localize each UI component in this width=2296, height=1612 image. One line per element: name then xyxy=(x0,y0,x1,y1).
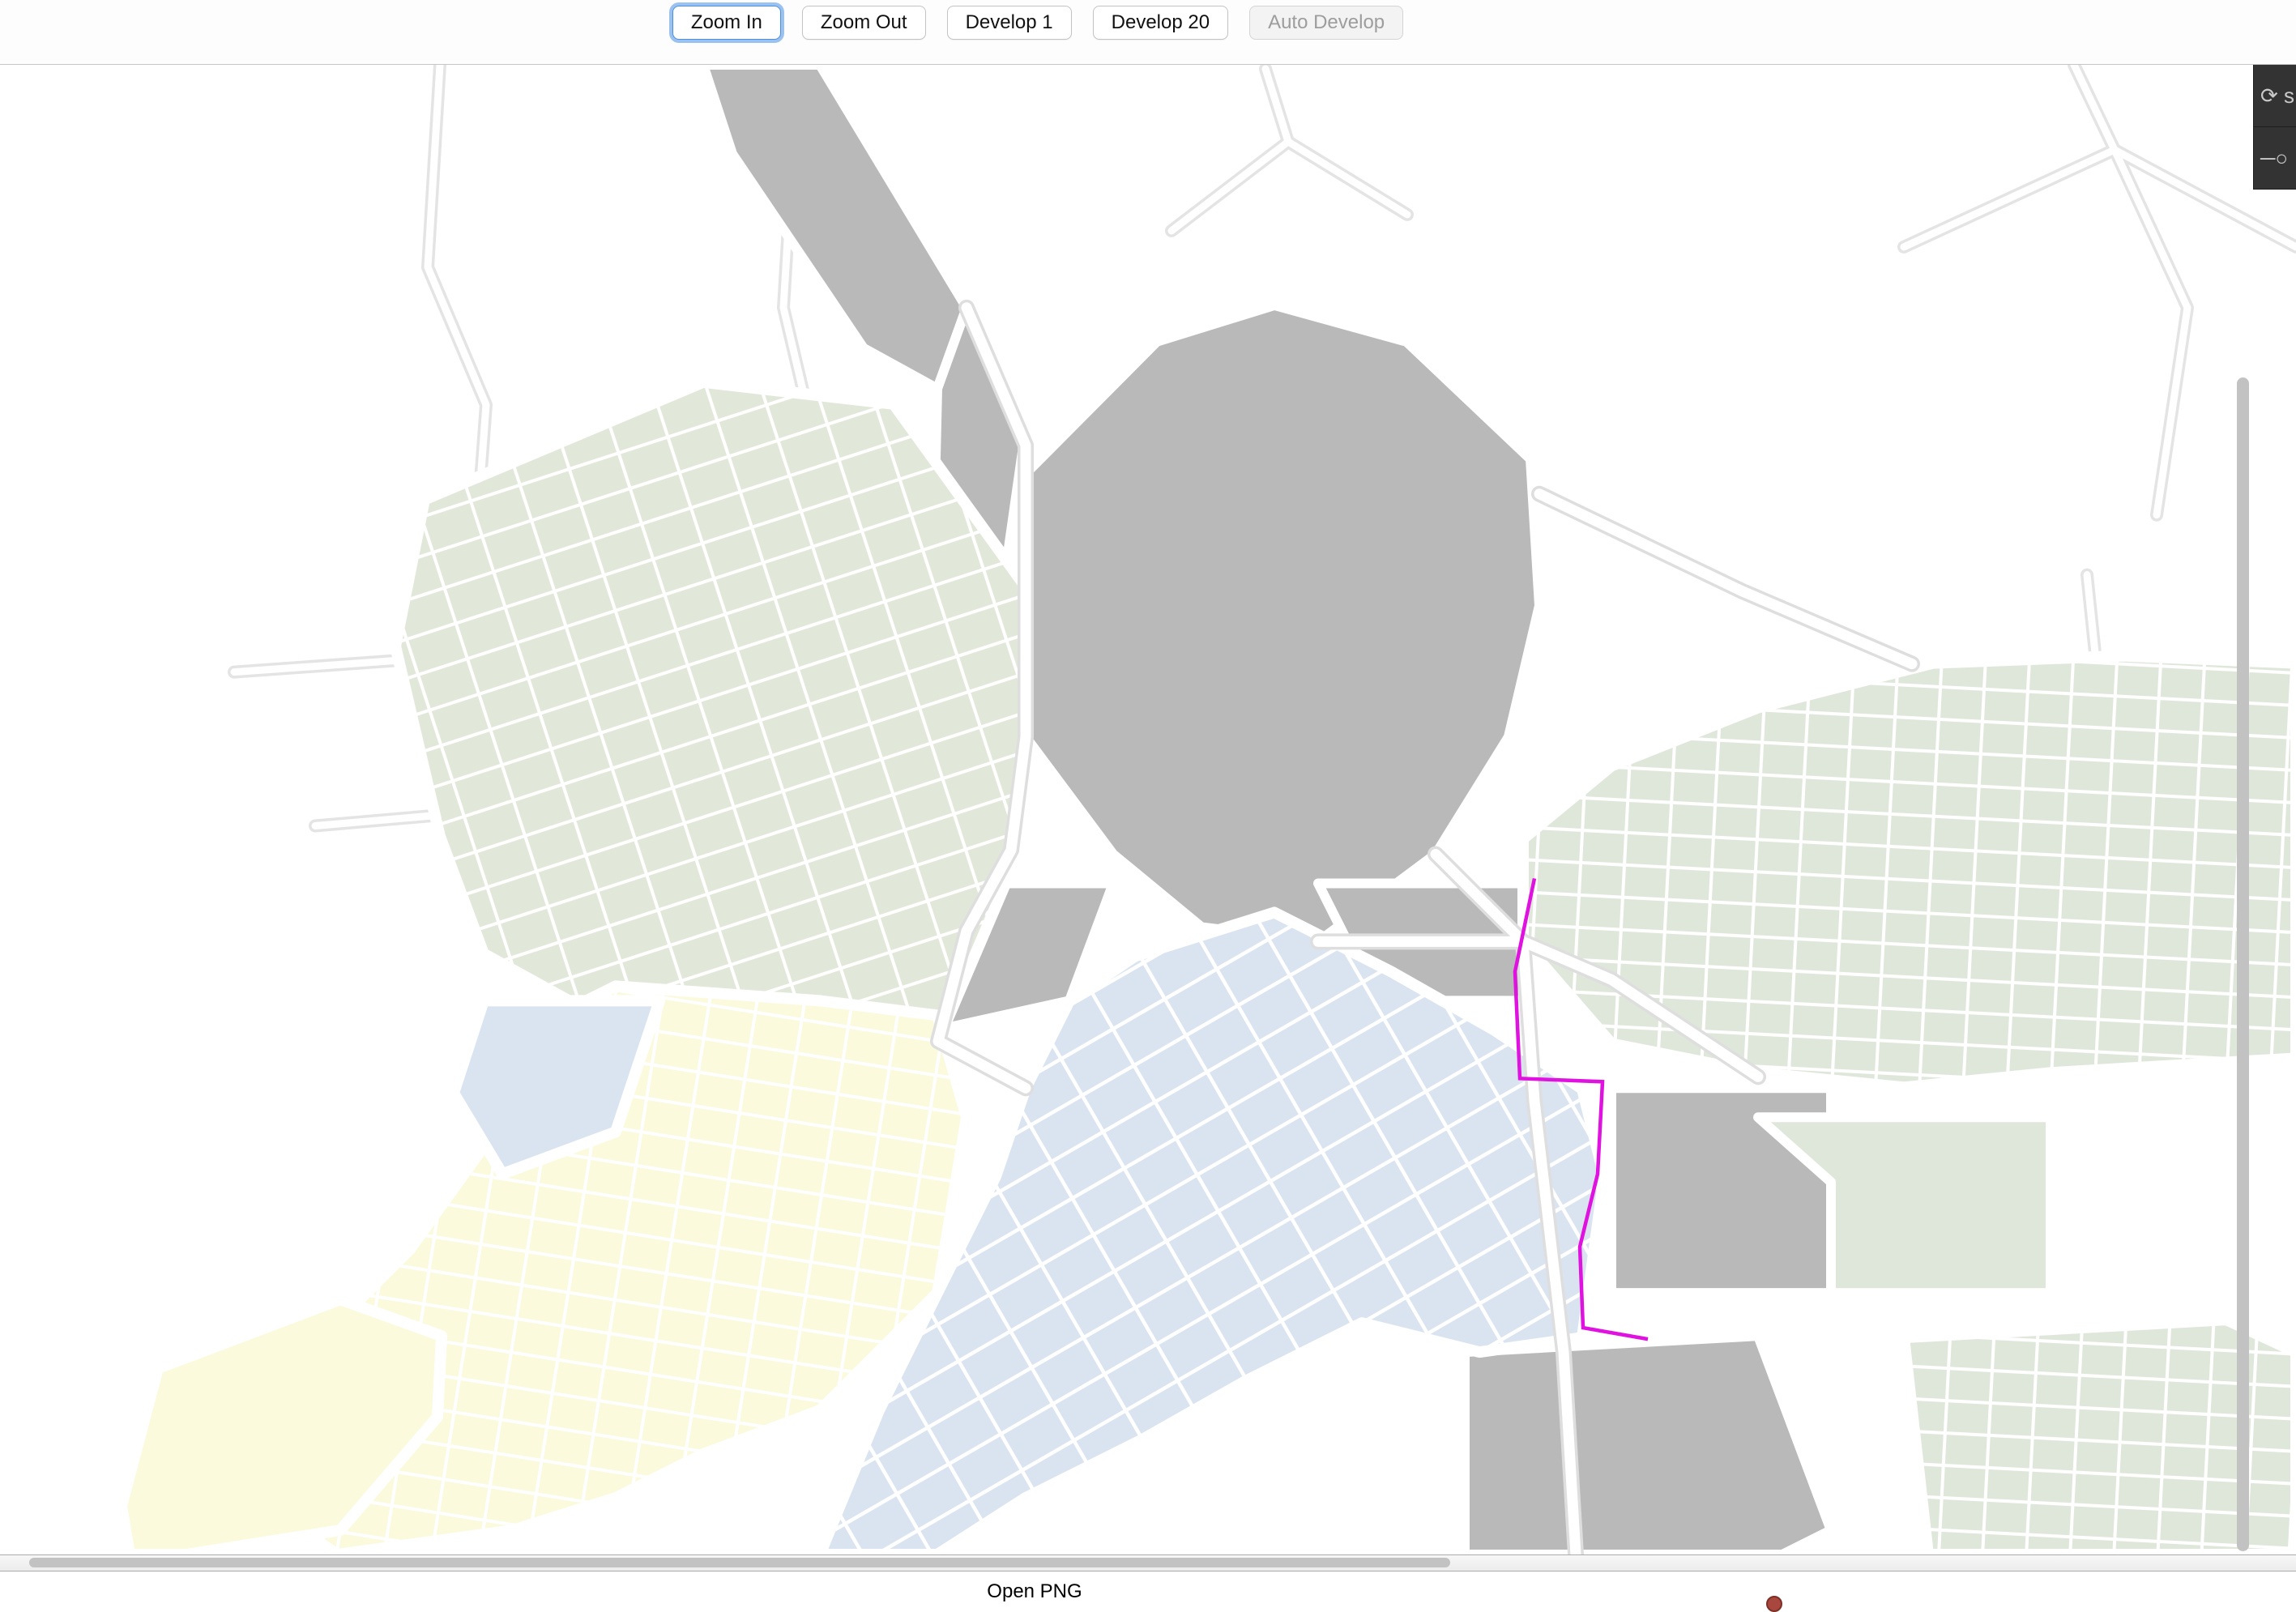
sync-icon[interactable]: ⟳ s xyxy=(2254,65,2296,127)
toolbar: Zoom In Zoom Out Develop 1 Develop 20 Au… xyxy=(0,0,2296,65)
zoom-in-button[interactable]: Zoom In xyxy=(672,6,781,40)
develop-20-button[interactable]: Develop 20 xyxy=(1093,6,1228,40)
zoom-out-button[interactable]: Zoom Out xyxy=(802,6,926,40)
bottom-bar: Open PNG xyxy=(0,1571,2296,1612)
map-canvas-container: ⟳ s ─○ xyxy=(0,65,2296,1554)
slider-icon[interactable]: ─○ xyxy=(2254,127,2296,190)
app-window: Zoom In Zoom Out Develop 1 Develop 20 Au… xyxy=(0,0,2296,1612)
open-png-button[interactable]: Open PNG xyxy=(982,1580,1086,1604)
auto-develop-button: Auto Develop xyxy=(1249,6,1403,40)
red-indicator xyxy=(1766,1596,1782,1612)
horizontal-scrollbar-track xyxy=(0,1554,2296,1571)
city-map-canvas[interactable] xyxy=(0,65,2296,1554)
horizontal-scrollbar[interactable] xyxy=(29,1558,1450,1567)
develop-1-button[interactable]: Develop 1 xyxy=(947,6,1072,40)
toolbar-button-group: Zoom In Zoom Out Develop 1 Develop 20 Au… xyxy=(672,6,1403,40)
side-tool-panel: ⟳ s ─○ xyxy=(2253,65,2296,190)
vertical-scrollbar[interactable] xyxy=(2237,377,2249,1551)
